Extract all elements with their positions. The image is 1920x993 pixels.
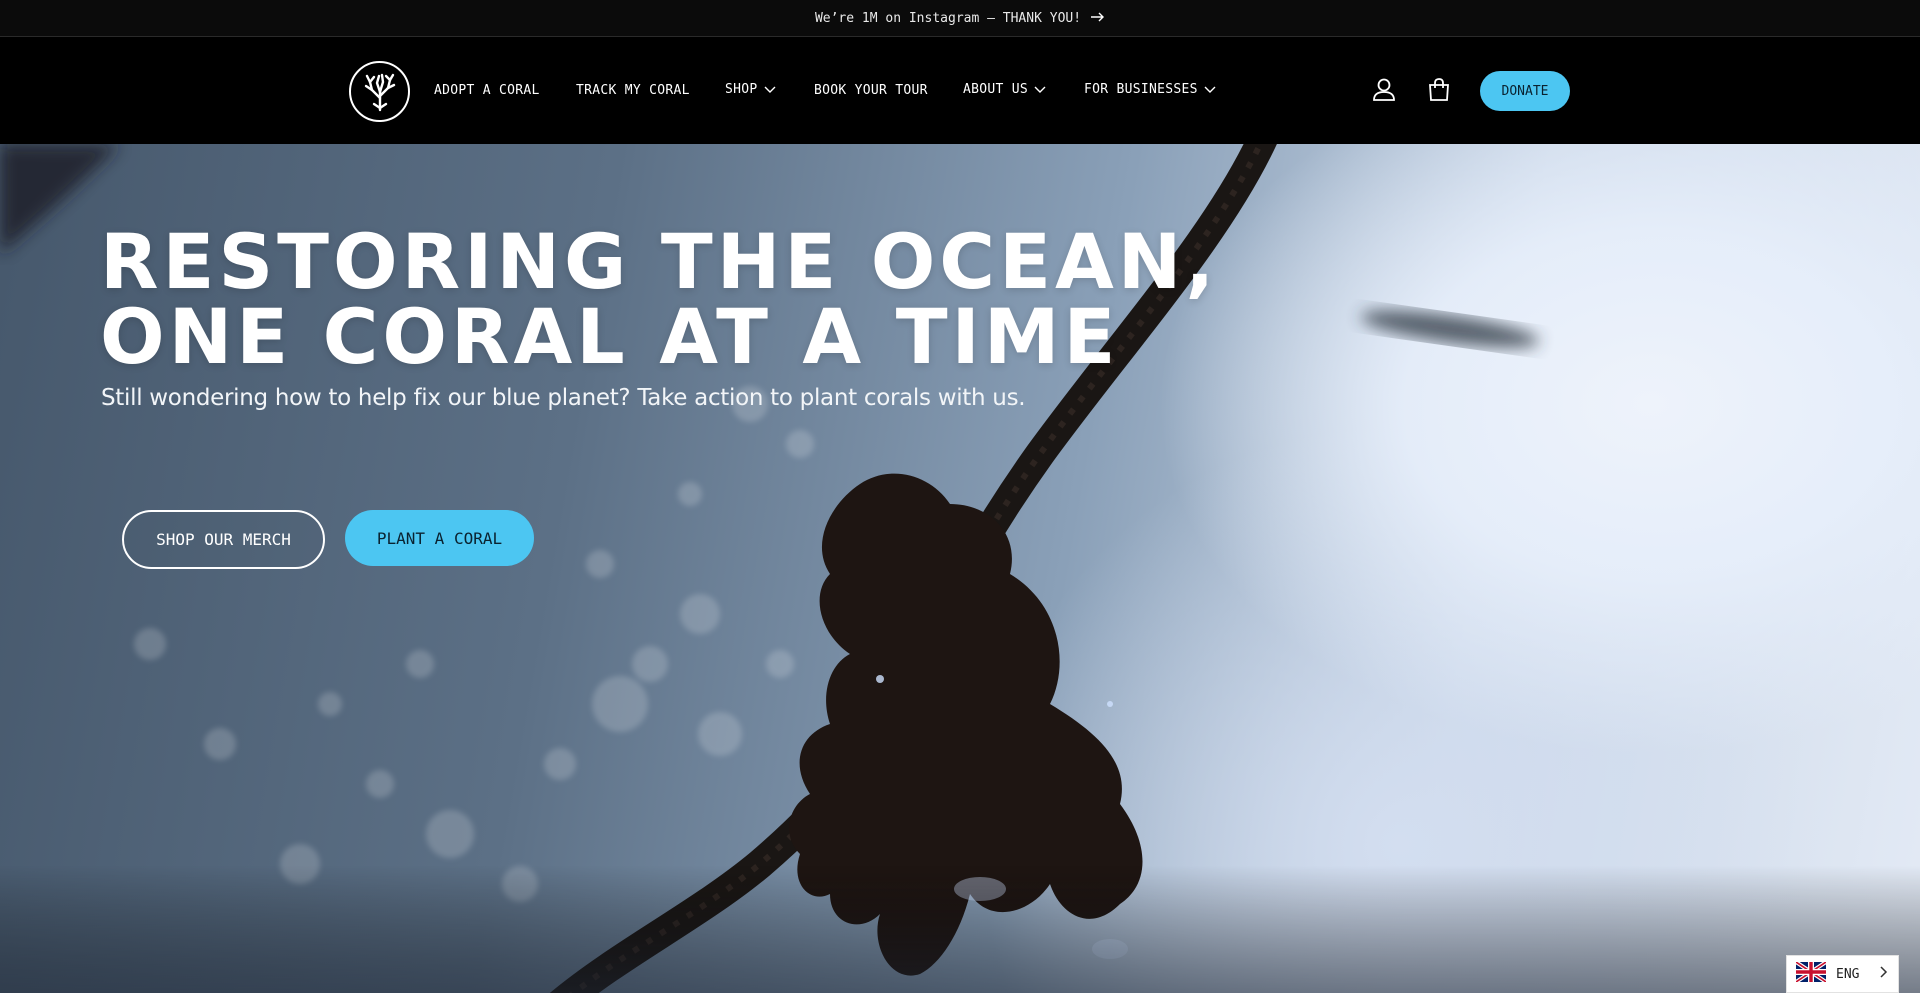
nav-label: SHOP [725, 82, 758, 97]
nav-label: ADOPT A CORAL [434, 83, 540, 98]
hero-subtitle: Still wondering how to help fix our blue… [101, 385, 1026, 411]
chevron-down-icon [1034, 86, 1046, 93]
announcement-text[interactable]: We’re 1M on Instagram — THANK YOU! [815, 11, 1081, 26]
chevron-right-icon [1880, 966, 1888, 982]
nav-shop[interactable]: SHOP [725, 82, 776, 97]
language-label: ENG [1836, 966, 1860, 982]
shopping-bag-icon[interactable] [1426, 77, 1452, 103]
user-icon[interactable] [1371, 77, 1397, 103]
site-header: ADOPT A CORAL TRACK MY CORAL SHOP BOOK Y… [0, 37, 1920, 144]
main-nav: ADOPT A CORAL TRACK MY CORAL SHOP BOOK Y… [0, 37, 1920, 144]
donate-button[interactable]: DONATE [1480, 71, 1570, 111]
nav-label: ABOUT US [963, 82, 1029, 97]
nav-label: BOOK YOUR TOUR [814, 83, 928, 98]
shop-our-merch-button[interactable]: SHOP OUR MERCH [122, 510, 325, 569]
nav-label: TRACK MY CORAL [576, 83, 690, 98]
plant-a-coral-button[interactable]: PLANT A CORAL [345, 510, 534, 566]
announcement-bar[interactable]: We’re 1M on Instagram — THANK YOU! [0, 0, 1920, 37]
hero-section: RESTORING THE OCEAN, ONE CORAL AT A TIME… [0, 144, 1920, 993]
chevron-down-icon [764, 86, 776, 93]
nav-label: FOR BUSINESSES [1084, 82, 1198, 97]
hero-title: RESTORING THE OCEAN, ONE CORAL AT A TIME [100, 224, 1218, 375]
hero-title-line2: ONE CORAL AT A TIME [100, 292, 1120, 381]
language-switcher[interactable]: ENG [1786, 955, 1899, 993]
nav-about-us[interactable]: ABOUT US [963, 82, 1046, 97]
uk-flag-icon [1794, 960, 1828, 986]
nav-book-your-tour[interactable]: BOOK YOUR TOUR [814, 83, 928, 98]
arrow-right-icon [1091, 10, 1105, 26]
nav-adopt-a-coral[interactable]: ADOPT A CORAL [434, 83, 540, 98]
nav-track-my-coral[interactable]: TRACK MY CORAL [576, 83, 690, 98]
nav-for-businesses[interactable]: FOR BUSINESSES [1084, 82, 1216, 97]
chevron-down-icon [1204, 86, 1216, 93]
